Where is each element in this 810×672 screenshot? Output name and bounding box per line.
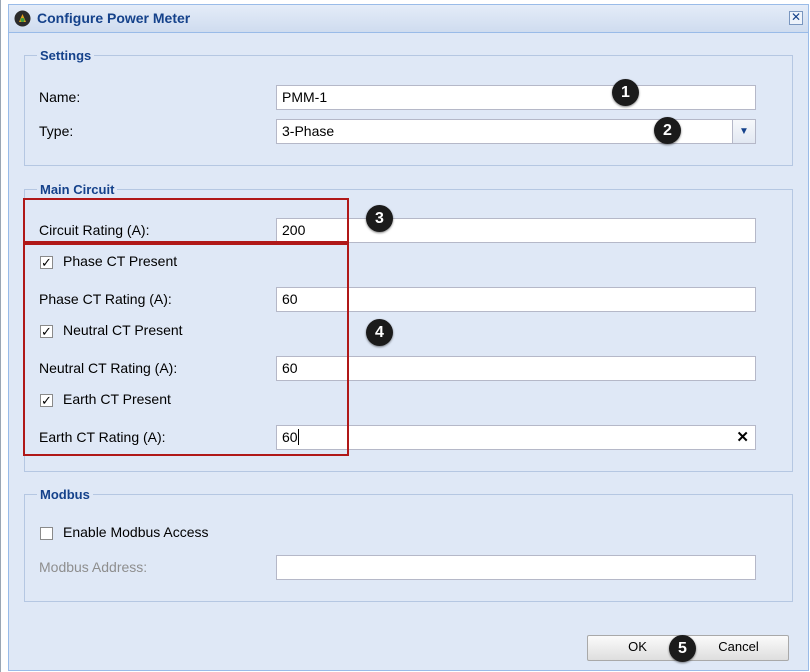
callout-marker-4: 4 bbox=[366, 319, 393, 346]
background-window-edge bbox=[0, 0, 1, 672]
highlight-box-circuit-rating bbox=[23, 198, 349, 243]
close-icon[interactable]: ✕ bbox=[789, 11, 803, 25]
chevron-down-icon[interactable]: ▼ bbox=[732, 120, 755, 143]
callout-marker-2: 2 bbox=[654, 117, 681, 144]
cancel-button[interactable]: Cancel bbox=[688, 635, 789, 661]
enable-modbus-label: Enable Modbus Access bbox=[63, 524, 209, 540]
modbus-address-input[interactable] bbox=[276, 555, 756, 580]
settings-legend: Settings bbox=[40, 48, 92, 63]
highlight-box-ct-settings bbox=[23, 243, 349, 456]
type-label: Type: bbox=[39, 123, 74, 139]
type-select[interactable]: 3-Phase ▼ bbox=[276, 119, 756, 144]
modbus-address-label: Modbus Address: bbox=[39, 559, 148, 575]
callout-marker-1: 1 bbox=[612, 79, 639, 106]
name-input[interactable]: PMM-1 bbox=[276, 85, 756, 110]
dialog-title: Configure Power Meter bbox=[37, 10, 191, 26]
power-meter-icon bbox=[14, 10, 31, 27]
modbus-legend: Modbus bbox=[40, 487, 90, 502]
modbus-fieldset: Modbus bbox=[24, 487, 793, 602]
callout-marker-5: 5 bbox=[669, 635, 696, 662]
enable-modbus-checkbox[interactable] bbox=[40, 527, 53, 540]
dialog-titlebar[interactable]: Configure Power Meter ✕ bbox=[9, 5, 808, 33]
configure-power-meter-dialog: Configure Power Meter ✕ Settings Name: P… bbox=[8, 4, 809, 671]
name-label: Name: bbox=[39, 89, 81, 105]
callout-marker-3: 3 bbox=[366, 205, 393, 232]
main-circuit-legend: Main Circuit bbox=[40, 182, 115, 197]
clear-x-icon[interactable]: ✕ bbox=[736, 426, 749, 449]
type-select-value: 3-Phase bbox=[282, 123, 335, 139]
